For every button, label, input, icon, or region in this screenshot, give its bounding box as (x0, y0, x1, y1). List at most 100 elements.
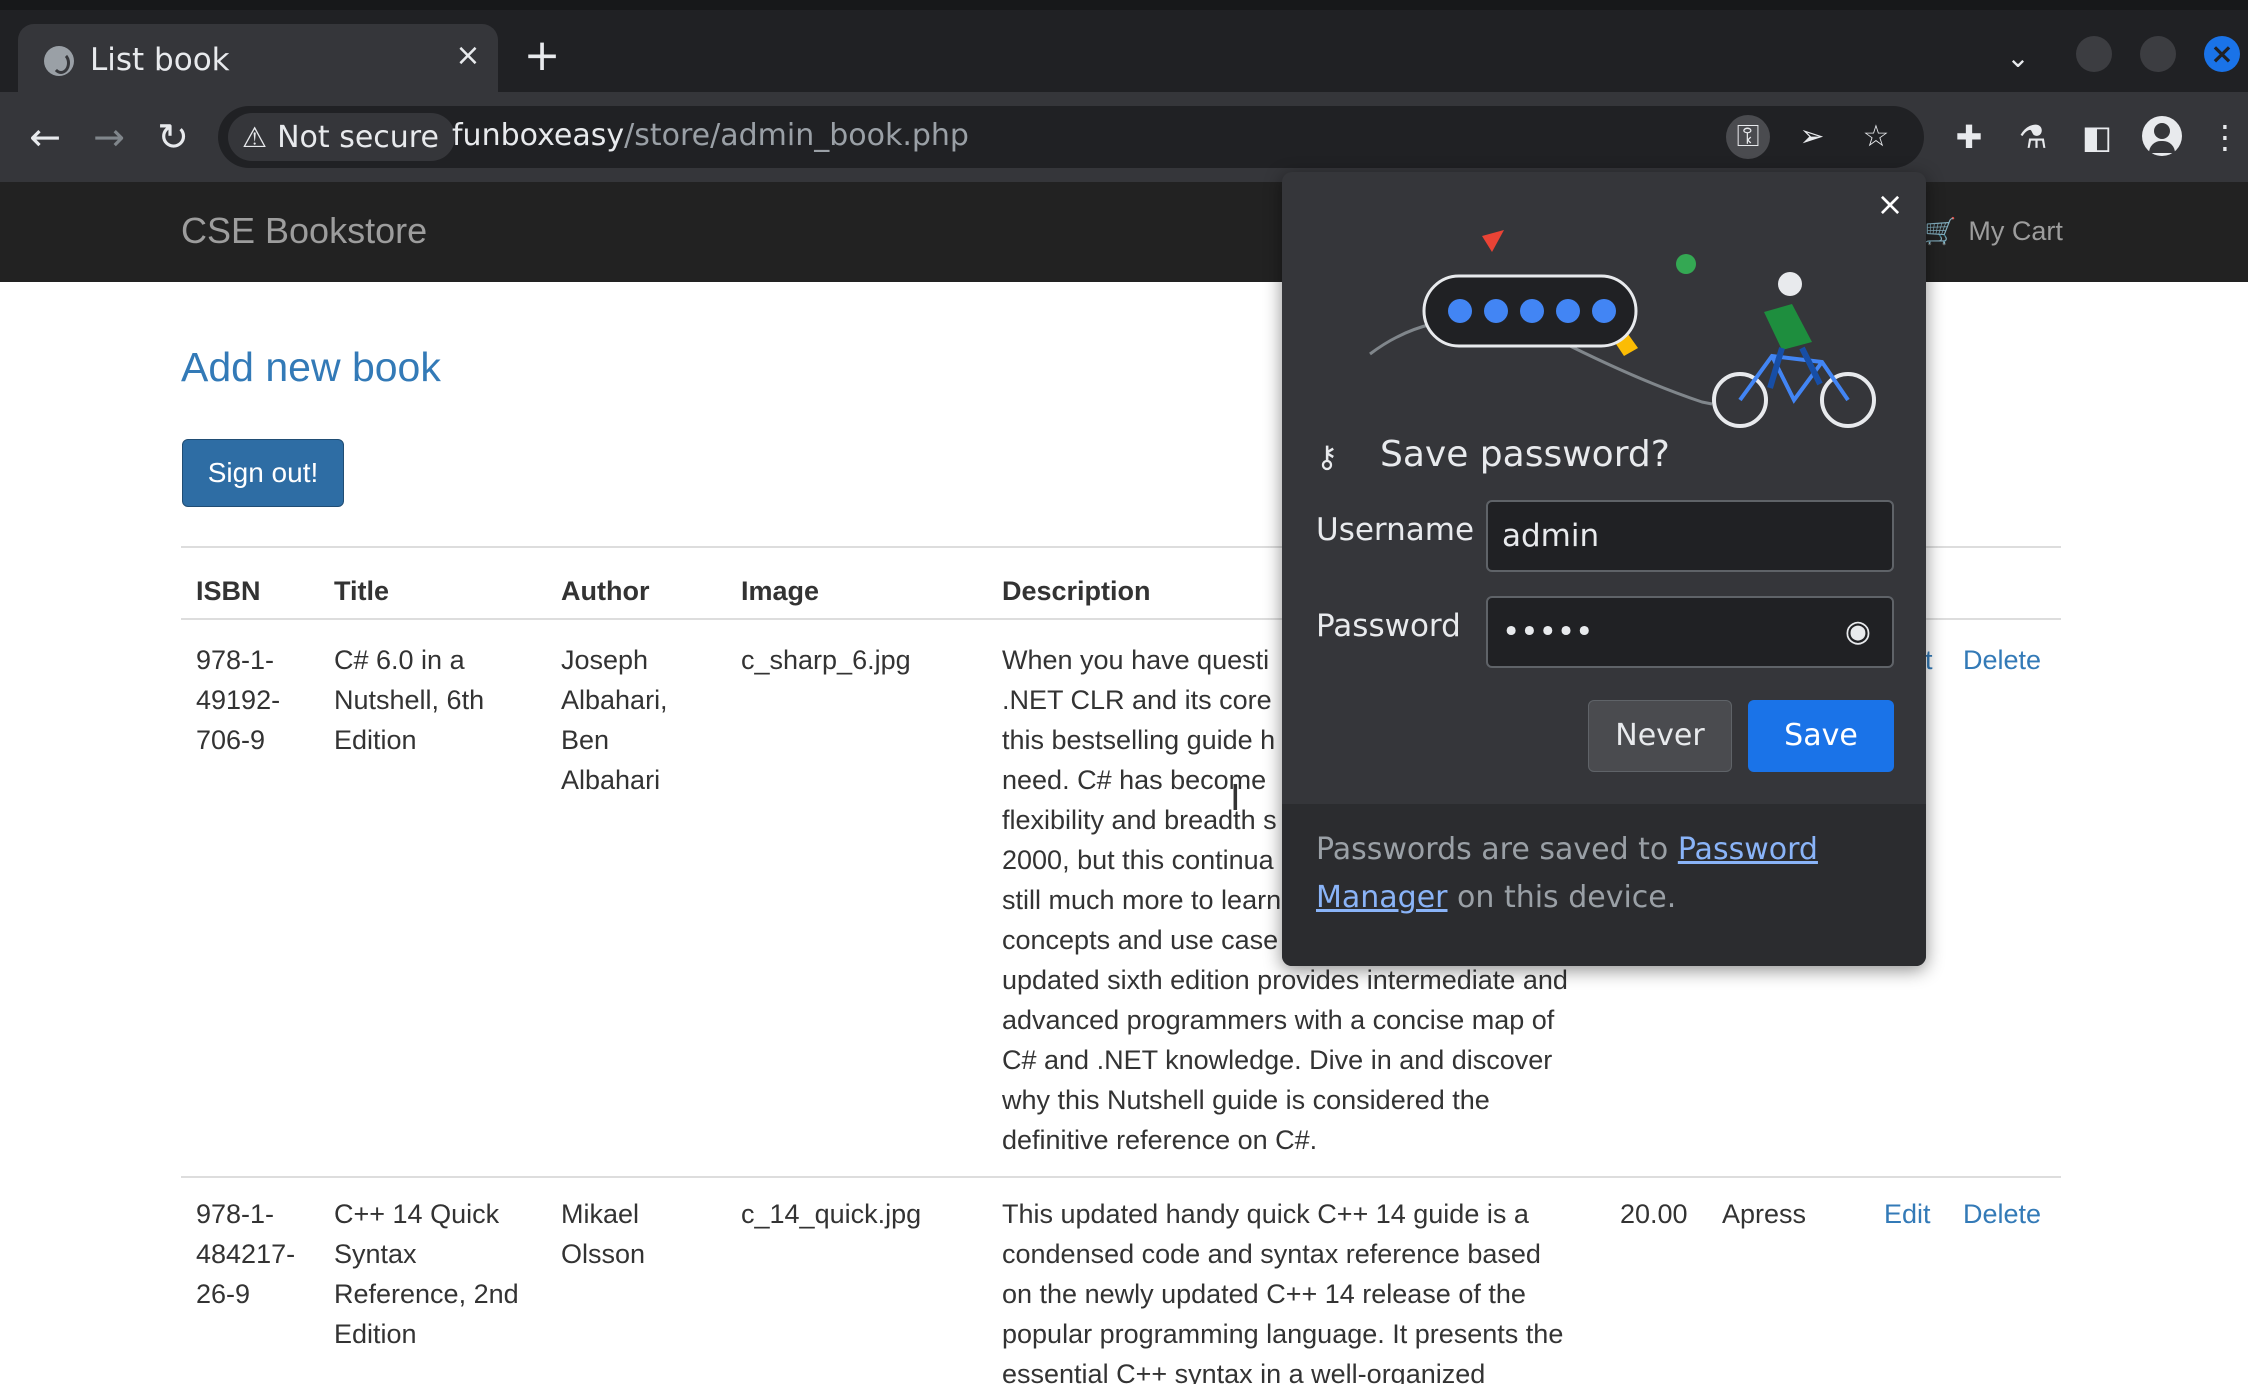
close-window-button[interactable]: × (2204, 36, 2240, 72)
screen: List book × + ⌄ × ← → ↻ ⚠ Not secure fun… (0, 0, 2248, 1384)
delete-link[interactable]: Delete (1963, 1194, 2041, 1234)
author-line: Ben (561, 725, 610, 755)
minimize-button[interactable] (2076, 36, 2112, 72)
title-line: C++ 14 Quick (334, 1199, 500, 1229)
cell-author: Mikael Olsson (561, 1194, 645, 1274)
add-new-book-link[interactable]: Add new book (181, 344, 441, 391)
description-line: essential C++ syntax in a well-organized (1002, 1359, 1486, 1384)
title-line: Edition (334, 1319, 417, 1349)
save-password-dialog: × ⚷ Save password? Username admin Passwo… (1282, 172, 1926, 966)
browser-toolbar: ← → ↻ ⚠ Not secure funboxeasy/store/admi… (0, 92, 2248, 182)
description-line: advanced programmers with a concise map … (1002, 1005, 1555, 1035)
cell-image: c_14_quick.jpg (741, 1199, 922, 1229)
password-manager-link[interactable]: Password (1678, 832, 1818, 867)
header-description: Description (1002, 576, 1151, 606)
cart-icon: 🛒 (1924, 216, 1957, 246)
password-value: ••••• (1502, 614, 1594, 650)
star-icon[interactable]: ☆ (1854, 115, 1898, 159)
url-host: funboxeasy (452, 118, 625, 153)
text-cursor-icon: I (1230, 778, 1241, 819)
description-line: definitive reference on C#. (1002, 1125, 1318, 1155)
cell-title: C++ 14 Quick Syntax Reference, 2nd Editi… (334, 1194, 519, 1354)
sidepanel-icon[interactable]: ◧ (2076, 116, 2118, 158)
send-icon[interactable]: ➢ (1790, 115, 1834, 159)
isbn-line: 978-1- (196, 1199, 275, 1229)
isbn-line: 49192- (196, 685, 281, 715)
maximize-button[interactable] (2140, 36, 2176, 72)
author-line: Mikael (561, 1199, 640, 1229)
site-brand[interactable]: CSE Bookstore (181, 210, 427, 252)
tab-close-button[interactable]: × (450, 38, 486, 74)
security-label: Not secure (277, 119, 439, 155)
browser-tab[interactable]: List book × (18, 24, 498, 92)
tab-title: List book (90, 42, 230, 78)
author-line: Joseph (561, 645, 649, 675)
password-label: Password (1316, 608, 1461, 644)
never-button[interactable]: Never (1588, 700, 1732, 772)
window-top-edge (0, 0, 2248, 10)
save-button[interactable]: Save (1748, 700, 1894, 772)
description-line: popular programming language. It present… (1002, 1319, 1564, 1349)
dialog-title: Save password? (1380, 434, 1670, 475)
address-bar[interactable]: ⚠ Not secure funboxeasy/store/admin_book… (218, 106, 1924, 168)
puzzle-icon[interactable]: ✚ (1948, 116, 1990, 158)
eye-icon[interactable]: ◉ (1838, 612, 1878, 652)
title-line: C# 6.0 in a (334, 645, 465, 675)
edit-link[interactable]: Edit (1884, 1194, 1931, 1234)
description-line: on the newly updated C++ 14 release of t… (1002, 1279, 1526, 1309)
cell-title: C# 6.0 in a Nutshell, 6th Edition (334, 640, 484, 760)
tab-strip: List book × + ⌄ × (0, 0, 2248, 92)
author-line: Albahari, (561, 685, 668, 715)
warning-icon: ⚠ (242, 120, 268, 154)
reload-button[interactable]: ↻ (150, 114, 196, 160)
title-line: Edition (334, 725, 417, 755)
flask-icon[interactable]: ⚗ (2012, 116, 2054, 158)
title-line: Reference, 2nd (334, 1279, 519, 1309)
footer-suffix: on this device. (1447, 880, 1677, 915)
description-line: C# and .NET knowledge. Dive in and disco… (1002, 1045, 1553, 1075)
tab-search-icon[interactable]: ⌄ (1998, 38, 2038, 78)
sign-out-button[interactable]: Sign out! (182, 439, 344, 507)
password-manager-link-2[interactable]: Manager (1316, 880, 1448, 915)
description-line: condensed code and syntax reference base… (1002, 1239, 1541, 1269)
avatar[interactable] (2142, 116, 2182, 156)
row-border (181, 1176, 2061, 1178)
username-field[interactable]: admin (1486, 500, 1894, 572)
delete-link[interactable]: Delete (1963, 640, 2041, 680)
author-line: Albahari (561, 765, 661, 795)
cell-description: This updated handy quick C++ 14 guide is… (1002, 1194, 1563, 1384)
cell-publisher: Apress (1722, 1199, 1807, 1229)
globe-icon (44, 46, 74, 76)
header-isbn: ISBN (196, 576, 261, 606)
title-line: Syntax (334, 1239, 417, 1269)
dialog-footer: Passwords are saved to Password Manager o… (1282, 804, 1926, 966)
cell-isbn: 978-1- 484217- 26-9 (196, 1194, 295, 1314)
key-icon[interactable]: ⚿ (1726, 115, 1770, 159)
isbn-line: 26-9 (196, 1279, 251, 1309)
footer-prefix: Passwords are saved to (1316, 832, 1678, 867)
forward-button[interactable]: → (86, 114, 132, 160)
new-tab-button[interactable]: + (522, 34, 562, 78)
url-text[interactable]: funboxeasy/store/admin_book.php (452, 118, 969, 153)
key-icon: ⚷ (1316, 440, 1338, 475)
isbn-line: 484217- (196, 1239, 296, 1269)
description-line: why this Nutshell guide is considered th… (1002, 1085, 1490, 1115)
cell-isbn: 978-1- 49192- 706-9 (196, 640, 280, 760)
title-line: Nutshell, 6th (334, 685, 485, 715)
cart-link[interactable]: 🛒 My Cart (1924, 216, 2063, 247)
edit-link[interactable]: t (1925, 640, 1933, 680)
back-button[interactable]: ← (22, 114, 68, 160)
cart-label: My Cart (1968, 216, 2063, 246)
author-line: Olsson (561, 1239, 646, 1269)
url-path: /store/admin_book.php (624, 118, 969, 153)
cell-image: c_sharp_6.jpg (741, 645, 911, 675)
security-chip[interactable]: ⚠ Not secure (228, 113, 455, 161)
cell-price: 20.00 (1620, 1199, 1688, 1229)
password-field[interactable]: ••••• ◉ (1486, 596, 1894, 668)
description-line: This updated handy quick C++ 14 guide is… (1002, 1199, 1529, 1229)
cell-author: Joseph Albahari, Ben Albahari (561, 640, 668, 800)
footer-text: Passwords are saved to Password Manager o… (1316, 826, 1896, 922)
more-icon[interactable]: ⋮ (2204, 116, 2246, 158)
username-label: Username (1316, 512, 1475, 548)
description-line: updated sixth edition provides intermedi… (1002, 965, 1568, 995)
